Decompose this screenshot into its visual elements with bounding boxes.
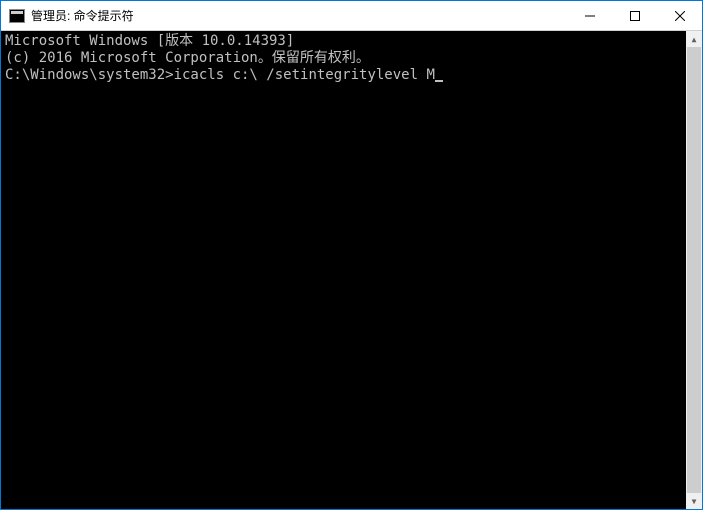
scrollbar-thumb[interactable] (687, 47, 701, 493)
terminal-line: (c) 2016 Microsoft Corporation。保留所有权利。 (5, 50, 682, 67)
titlebar[interactable]: 管理员: 命令提示符 (1, 1, 702, 31)
command-input: icacls c:\ /setintegritylevel M (174, 67, 435, 83)
scrollbar[interactable]: ▲ ▼ (686, 31, 702, 509)
window-title: 管理员: 命令提示符 (31, 7, 567, 24)
cmd-icon (9, 9, 25, 23)
window-controls (567, 1, 702, 30)
minimize-button[interactable] (567, 1, 612, 30)
cursor (435, 80, 443, 82)
scrollbar-down-button[interactable]: ▼ (686, 493, 702, 509)
scrollbar-up-button[interactable]: ▲ (686, 31, 702, 47)
terminal-area: Microsoft Windows [版本 10.0.14393](c) 201… (1, 31, 702, 509)
command-prompt-window: 管理员: 命令提示符 Microsoft Windows [版本 10.0.14… (0, 0, 703, 510)
prompt: C:\Windows\system32> (5, 67, 174, 83)
terminal-content[interactable]: Microsoft Windows [版本 10.0.14393](c) 201… (1, 31, 686, 509)
close-button[interactable] (657, 1, 702, 30)
terminal-line: Microsoft Windows [版本 10.0.14393] (5, 33, 682, 50)
maximize-button[interactable] (612, 1, 657, 30)
